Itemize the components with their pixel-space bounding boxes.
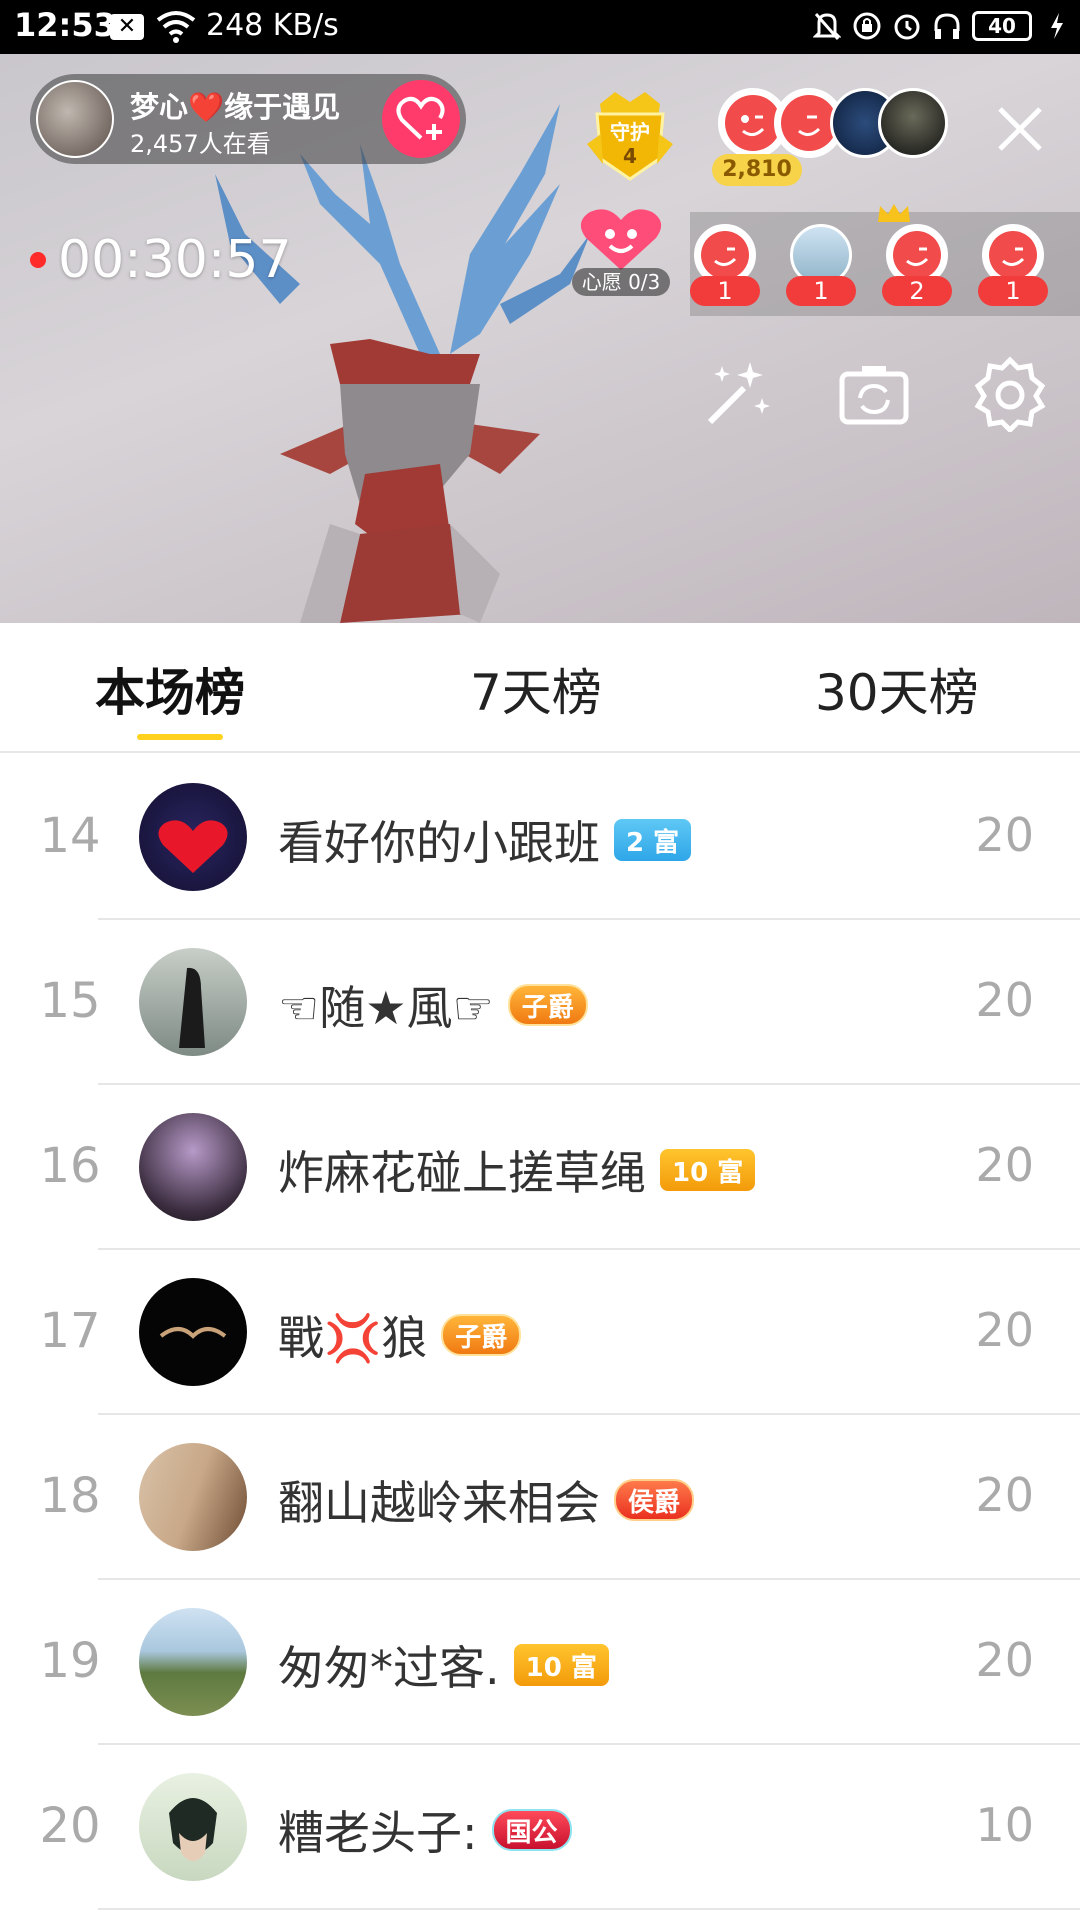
contribution-score: 20 <box>975 1633 1034 1687</box>
guard-label: 守护 <box>610 120 650 144</box>
tab-30-days[interactable]: 30天榜 <box>815 653 979 725</box>
noble-badge: 侯爵 <box>614 1479 695 1521</box>
user-name: 炸麻花碰上搓草绳 <box>278 1146 646 1200</box>
rank-number: 19 <box>39 1633 101 1689</box>
tab-this-session[interactable]: 本场榜 <box>95 653 245 725</box>
rank-number: 14 <box>39 808 101 864</box>
avatar[interactable] <box>139 783 247 891</box>
settings-icon <box>974 356 1046 432</box>
gift-count: 2 <box>882 276 952 306</box>
list-item[interactable]: 18 翻山越岭来相会 侯爵 20 <box>0 1415 1080 1580</box>
beauty-button[interactable] <box>698 354 778 434</box>
gift-sender[interactable]: 1 <box>786 224 856 308</box>
battery-icon: 40 <box>972 11 1032 41</box>
contribution-score: 20 <box>975 1138 1034 1192</box>
rank-number: 16 <box>39 1138 101 1194</box>
alarm-icon <box>892 8 922 44</box>
rank-number: 20 <box>39 1798 101 1854</box>
contribution-score: 20 <box>975 808 1034 862</box>
live-duration: 00:30:57 <box>30 230 292 290</box>
lock-rotation-icon <box>852 8 882 44</box>
user-name: 戰💢狼 <box>278 1311 428 1365</box>
heart-face-icon <box>580 209 662 270</box>
gift-sender[interactable]: 1 <box>690 224 760 308</box>
ranking-list[interactable]: 14 看好你的小跟班 2 富 20 15 ☜随★風☞ 子爵 20 16 炸麻花碰… <box>0 755 1080 1910</box>
live-video[interactable]: 梦心❤️缘于遇见 2,457人在看 守护 4 2,810 00:30:57 心愿… <box>0 54 1080 623</box>
settings-button[interactable] <box>970 354 1050 434</box>
rank-number: 17 <box>39 1303 101 1359</box>
mute-icon <box>812 8 842 44</box>
duration-text: 00:30:57 <box>58 230 292 290</box>
fan-avatar[interactable] <box>878 88 948 158</box>
wish-button[interactable]: 心愿 0/3 <box>572 202 670 298</box>
avatar[interactable] <box>139 1113 247 1221</box>
magic-wand-icon <box>707 362 770 425</box>
list-item[interactable]: 14 看好你的小跟班 2 富 20 <box>0 755 1080 920</box>
list-item[interactable]: 20 糟老头子: 国公 10 <box>0 1745 1080 1910</box>
guard-count: 4 <box>623 144 637 168</box>
wish-label: 心愿 0/3 <box>572 268 670 296</box>
notification-x-icon: ✕ <box>110 14 144 40</box>
close-button[interactable] <box>990 99 1050 159</box>
host-avatar[interactable] <box>36 80 114 158</box>
avatar[interactable] <box>139 1773 247 1881</box>
avatar[interactable] <box>139 1608 247 1716</box>
clock: 12:53 <box>14 6 116 44</box>
gift-count: 1 <box>690 276 760 306</box>
crown-icon <box>878 204 910 222</box>
avatar[interactable] <box>139 948 247 1056</box>
wifi-icon <box>156 8 196 48</box>
user-name: 糟老头子: <box>278 1806 478 1860</box>
contribution-score: 10 <box>975 1798 1034 1852</box>
top-fans[interactable]: 2,810 <box>712 82 952 186</box>
viewer-count: 2,457人在看 <box>130 130 271 158</box>
divider <box>98 1908 1080 1910</box>
contribution-score: 20 <box>975 1303 1034 1357</box>
heart-plus-icon <box>396 96 445 140</box>
user-name: ☜随★風☞ <box>278 981 494 1035</box>
ranking-tabs: 本场榜 7天榜 30天榜 <box>0 623 1080 753</box>
user-name: 翻山越岭来相会 <box>278 1476 600 1530</box>
tab-7-days[interactable]: 7天榜 <box>470 653 602 725</box>
user-name: 看好你的小跟班 <box>278 816 600 870</box>
wealth-badge: 10 富 <box>513 1644 609 1686</box>
gift-sender[interactable]: 1 <box>978 224 1048 308</box>
noble-badge: 国公 <box>491 1809 572 1851</box>
gift-count: 1 <box>786 276 856 306</box>
rank-number: 18 <box>39 1468 101 1524</box>
wealth-badge: 2 富 <box>614 819 692 861</box>
gift-count: 1 <box>978 276 1048 306</box>
noble-badge: 子爵 <box>441 1314 522 1356</box>
status-bar: 12:53 ✕ 248 KB/s 40 <box>0 0 1080 54</box>
list-item[interactable]: 15 ☜随★風☞ 子爵 20 <box>0 920 1080 1085</box>
list-item[interactable]: 17 戰💢狼 子爵 20 <box>0 1250 1080 1415</box>
flip-camera-button[interactable] <box>834 354 914 434</box>
active-tab-indicator <box>137 734 223 740</box>
close-icon <box>998 107 1042 151</box>
noble-badge: 子爵 <box>507 984 588 1026</box>
user-name: 匆匆*过客. <box>278 1641 500 1695</box>
gift-sender[interactable]: 2 <box>878 204 952 308</box>
rank-number: 15 <box>39 973 101 1029</box>
status-icons: 40 <box>812 8 1072 44</box>
headphones-icon <box>932 8 962 44</box>
host-info[interactable]: 梦心❤️缘于遇见 2,457人在看 <box>30 74 466 164</box>
camera-flip-icon <box>839 366 909 425</box>
list-item[interactable]: 19 匆匆*过客. 10 富 20 <box>0 1580 1080 1745</box>
gift-senders: 1 1 2 1 <box>690 204 1080 316</box>
avatar[interactable] <box>139 1443 247 1551</box>
contribution-score: 20 <box>975 973 1034 1027</box>
guard-badge[interactable]: 守护 4 <box>585 84 675 184</box>
network-speed: 248 KB/s <box>206 8 339 43</box>
list-item[interactable]: 16 炸麻花碰上搓草绳 10 富 20 <box>0 1085 1080 1250</box>
contribution-score: 20 <box>975 1468 1034 1522</box>
recording-dot-icon <box>30 252 46 268</box>
fans-score: 2,810 <box>712 154 802 186</box>
follow-button[interactable] <box>382 80 460 158</box>
wealth-badge: 10 富 <box>660 1149 756 1191</box>
charging-icon <box>1042 8 1072 44</box>
host-name: 梦心❤️缘于遇见 <box>130 90 341 124</box>
avatar[interactable] <box>139 1278 247 1386</box>
